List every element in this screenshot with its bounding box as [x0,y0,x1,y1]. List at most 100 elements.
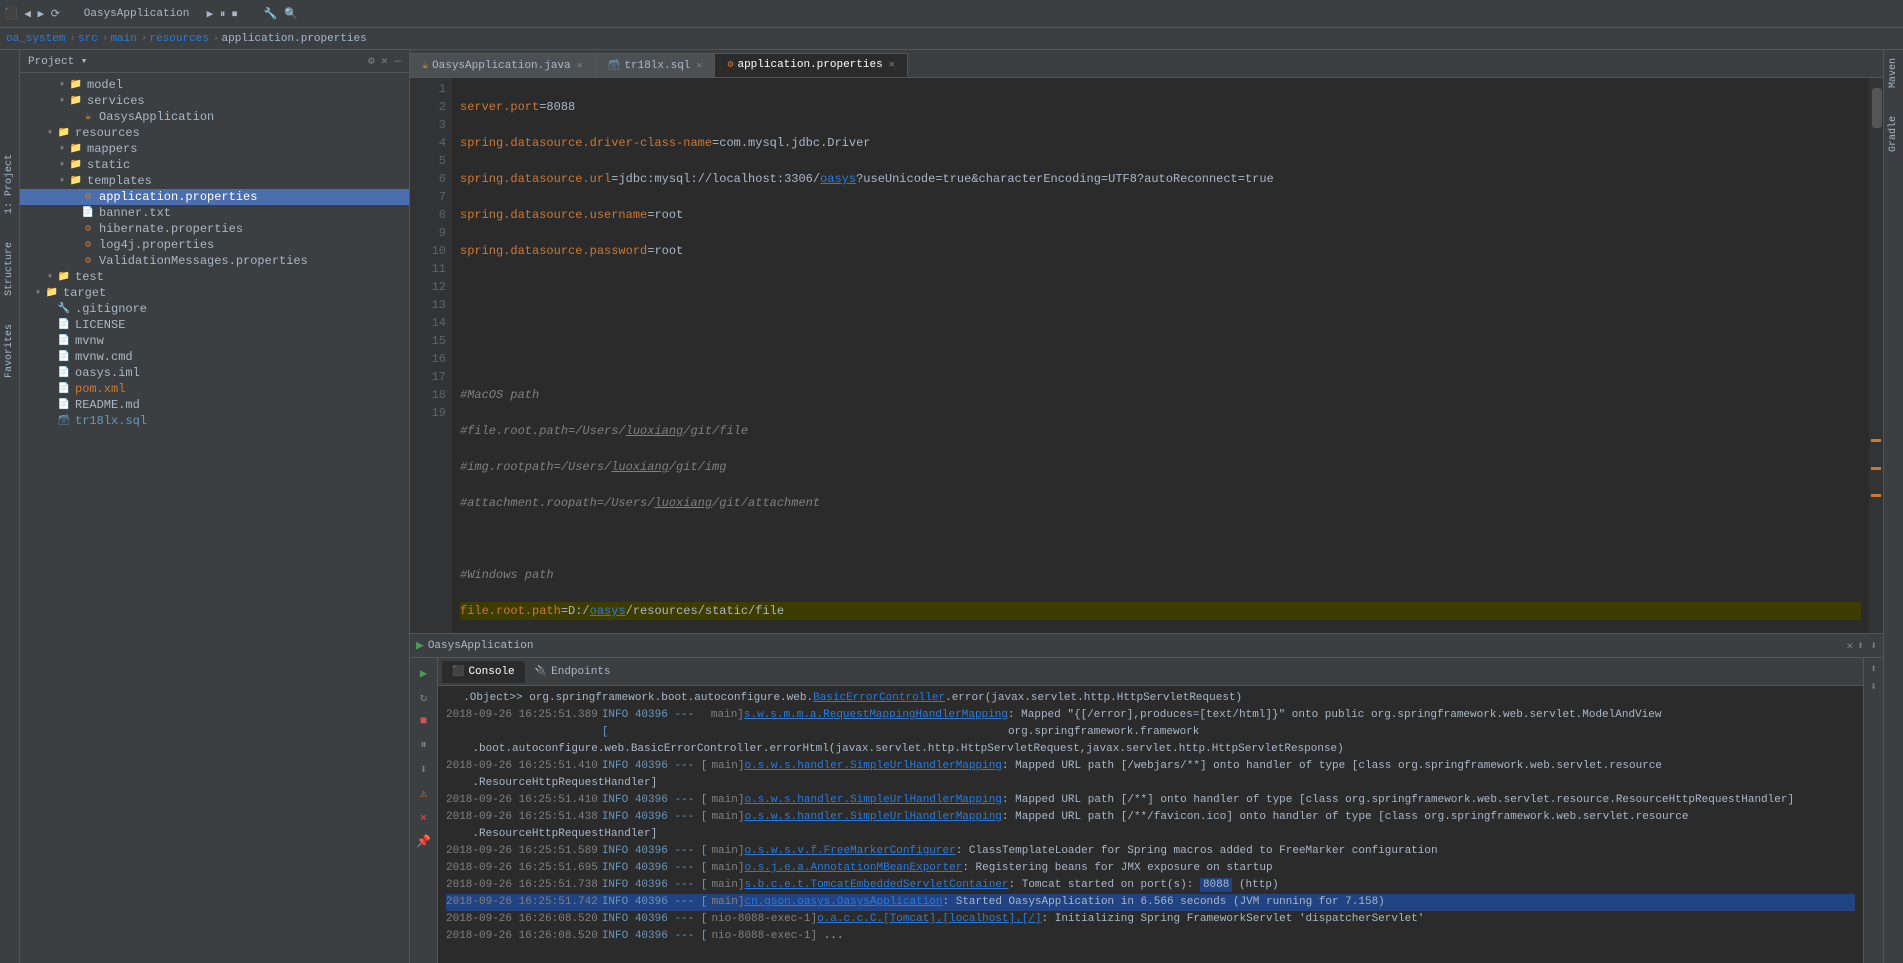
tree-appprops[interactable]: ⚙ application.properties [20,189,409,205]
favorites-icon[interactable]: Favorites [2,320,17,382]
git-icon-gitignore: 🔧 [56,302,72,316]
tree-label-static: static [87,158,130,172]
project-icon[interactable]: 1: Project [2,150,17,218]
tree-label-oasysiml: oasys.iml [75,366,140,380]
tree-log4j[interactable]: ⚙ log4j.properties [20,237,409,253]
rerun-icon[interactable]: ↻ [413,686,435,708]
code-content[interactable]: server.port=8088 spring.datasource.drive… [452,78,1869,633]
tree-validation[interactable]: ⚙ ValidationMessages.properties [20,253,409,269]
breadcrumb-resources[interactable]: resources [149,33,208,45]
file-icon-mvnw: 📄 [56,334,72,348]
tab-oasysapp[interactable]: ☕ OasysApplication.java ✕ [410,53,596,77]
pause-icon[interactable]: ⏸ [413,734,435,756]
md-icon-readme: 📄 [56,398,72,412]
run-play-icon[interactable]: ▶ [413,662,435,684]
console-line-7: 2018-09-26 16:25:51.438 INFO 40396 --- [… [446,809,1855,826]
scroll-icon[interactable]: 📌 [413,830,435,852]
tree-model[interactable]: ▾ 📁 model [20,77,409,93]
tree-arrow-services: ▾ [56,95,68,107]
tree-pomxml[interactable]: 📄 pom.xml [20,381,409,397]
warning-icon[interactable]: ⚠ [413,782,435,804]
console-content[interactable]: .Object>> org.springframework.boot.autoc… [438,686,1863,963]
tree-label-templates: templates [87,174,152,188]
code-line-4: spring.datasource.username=root [460,206,1861,224]
console-line-5: .ResourceHttpRequestHandler] [446,775,1855,792]
ts-10: 2018-09-26 16:25:51.695 [446,860,598,877]
tree-oasysapp[interactable]: ☕ OasysApplication [20,109,409,125]
tab-close-oasysapp[interactable]: ✕ [577,60,583,72]
breadcrumb-sep4: › [213,33,220,45]
tree-target[interactable]: ▾ 📁 target [20,285,409,301]
error-icon[interactable]: ✕ [413,806,435,828]
tree-bannertxt[interactable]: 📄 banner.txt [20,205,409,221]
ts-12: 2018-09-26 16:25:51.742 [446,894,598,911]
code-line-2: spring.datasource.driver-class-name=com.… [460,134,1861,152]
folder-icon-templates: 📁 [68,174,84,188]
stop-icon[interactable]: ■ [413,710,435,732]
breadcrumb-oa-system[interactable]: oa_system [6,33,65,45]
tree-gitignore[interactable]: 🔧 .gitignore [20,301,409,317]
main-layout: 1: Project Structure Favorites Project ▾… [0,50,1903,963]
tree-hibernate[interactable]: ⚙ hibernate.properties [20,221,409,237]
folder-icon-test: 📁 [56,270,72,284]
txt-icon-bannertxt: 📄 [80,206,96,220]
tab-console[interactable]: ⬛ Console [442,661,525,683]
run-icon: ▶ [416,638,424,653]
maven-icon[interactable]: Maven [1886,54,1901,92]
code-editor[interactable]: 12345 678910 1112131415 16171819 server.… [410,78,1869,633]
console-icon: ⬛ [452,666,464,678]
maximize-icon[interactable]: ⬆ [1870,662,1877,676]
tree-resources[interactable]: ▾ 📁 resources [20,125,409,141]
breadcrumb-main[interactable]: main [110,33,136,45]
msg-6: : Mapped URL path [/**] onto handler of … [1002,792,1794,809]
tab-console-label: Console [468,666,514,678]
folder-icon-resources: 📁 [56,126,72,140]
logger-11[interactable]: s.b.c.e.t.TomcatEmbeddedServletContainer [744,877,1008,894]
minimize-icon[interactable]: ⬇ [1870,680,1877,694]
tree-test[interactable]: ▾ 📁 test [20,269,409,285]
structure-icon[interactable]: Structure [2,238,17,300]
breadcrumb-src[interactable]: src [78,33,98,45]
tree-readme[interactable]: 📄 README.md [20,397,409,413]
tree-services[interactable]: ▾ 📁 services [20,93,409,109]
tree-static[interactable]: ▾ 📁 static [20,157,409,173]
tree-mvnw[interactable]: 📄 mvnw [20,333,409,349]
tree-mvnwcmd[interactable]: 📄 mvnw.cmd [20,349,409,365]
run-config-label: OasysApplication [84,8,190,20]
folder-icon-services: 📁 [68,94,84,108]
logger-12[interactable]: cn.gson.oasys.OasysApplication [744,894,942,911]
tab-label-sql: tr18lx.sql [624,60,690,72]
bottom-left-icons: ▶ ↻ ■ ⏸ ⬇ ⚠ ✕ 📌 [410,658,438,963]
console-line-10: 2018-09-26 16:25:51.695 INFO 40396 --- [… [446,860,1855,877]
logger-4[interactable]: o.s.w.s.handler.SimpleUrlHandlerMapping [744,758,1001,775]
gradle-icon[interactable]: Gradle [1886,112,1901,156]
tab-endpoints[interactable]: 🔌 Endpoints [525,661,621,683]
logger-9[interactable]: o.s.w.s.v.f.FreeMarkerConfigurer [744,843,955,860]
tab-appprops[interactable]: ⚙ application.properties ✕ [715,53,907,77]
tree-templates[interactable]: ▾ 📁 templates [20,173,409,189]
logger-2[interactable]: s.w.s.m.m.a.RequestMappingHandlerMapping [744,707,1008,724]
editor-scrollbar[interactable] [1869,78,1883,633]
tree-arrow-test: ▾ [44,271,56,283]
tab-close-sql[interactable]: ✕ [696,60,702,72]
info-11: INFO 40396 --- [ [602,877,708,894]
tree-sqlfile[interactable]: 🗃 tr18lx.sql [20,413,409,429]
console-text-1: .Object>> org.springframework.boot.autoc… [463,690,1242,707]
tree-arrow-static: ▾ [56,159,68,171]
tab-sql[interactable]: 🗃 tr18lx.sql ✕ [596,53,716,77]
tree-label-services: services [87,94,145,108]
tree-mappers[interactable]: ▾ 📁 mappers [20,141,409,157]
logger-13[interactable]: o.a.c.c.C.[Tomcat].[localhost].[/] [817,911,1041,928]
step-icon[interactable]: ⬇ [413,758,435,780]
tree-oasysiml[interactable]: 📄 oasys.iml [20,365,409,381]
sidebar-header[interactable]: Project ▾ ⚙ ✕ — [20,50,409,73]
tab-endpoints-label: Endpoints [551,666,610,678]
logger-7[interactable]: o.s.w.s.handler.SimpleUrlHandlerMapping [744,809,1001,826]
tab-close-appprops[interactable]: ✕ [889,59,895,71]
logger-6[interactable]: o.s.w.s.handler.SimpleUrlHandlerMapping [744,792,1001,809]
run-close-icon[interactable]: ✕ [1847,639,1854,653]
tree-label-mvnw: mvnw [75,334,104,348]
logger-10[interactable]: o.s.j.e.a.AnnotationMBeanExporter [744,860,962,877]
tree-arrow-templates: ▾ [56,175,68,187]
tree-license[interactable]: 📄 LICENSE [20,317,409,333]
